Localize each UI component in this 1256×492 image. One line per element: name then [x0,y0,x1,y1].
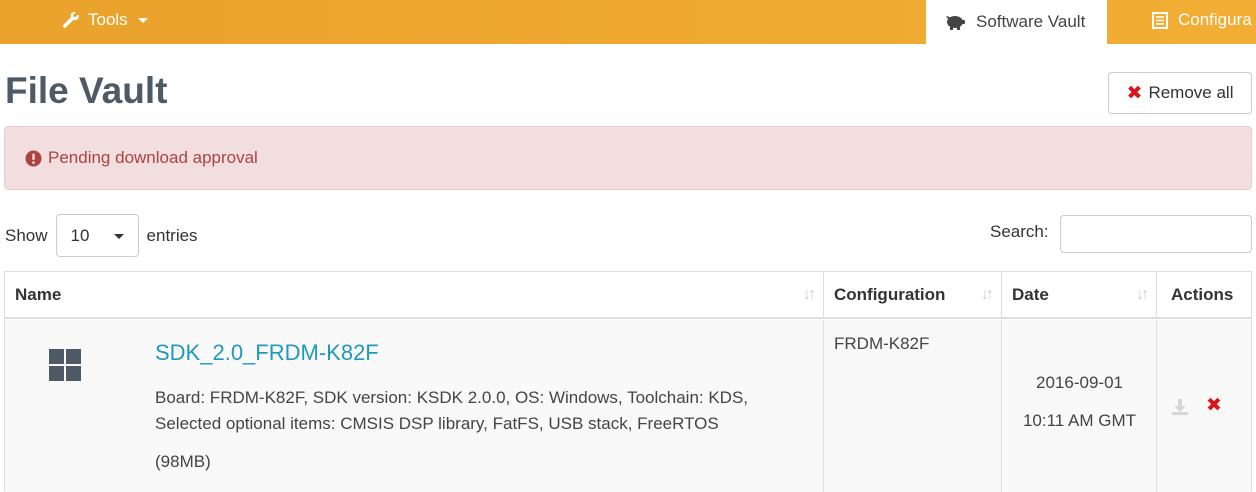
column-header-date[interactable]: Date ↓↑ [1002,272,1157,319]
table-row: SDK_2.0_FRDM-K82F Board: FRDM-K82F, SDK … [5,320,1251,492]
caret-down-icon [137,17,148,23]
configuration-value: FRDM-K82F [834,334,930,353]
date-cell: 2016-09-01 10:11 AM GMT [1002,320,1157,492]
remove-icon: ✖ [1126,82,1143,104]
name-cell: SDK_2.0_FRDM-K82F Board: FRDM-K82F, SDK … [5,320,824,492]
download-icon[interactable] [1171,398,1189,416]
piggy-bank-icon [946,16,965,30]
windows-icon [49,349,81,381]
tab-software-vault[interactable]: Software Vault [926,0,1107,44]
pending-alert: Pending download approval [4,126,1252,190]
chevron-down-icon [113,234,124,239]
search-label: Search: [990,222,1049,241]
tab-software-vault-label: Software Vault [976,12,1086,31]
column-name-label: Name [15,284,62,304]
column-header-actions: Actions [1157,272,1251,319]
exclamation-circle-icon [25,150,42,166]
file-table: Name ↓↑ Configuration ↓↑ Date ↓↑ Actions… [4,271,1252,492]
entries-control: Show 10 entries [5,214,198,257]
sort-icon: ↓↑ [1136,286,1149,303]
tools-menu[interactable]: Tools [62,0,148,40]
date-value: 2016-09-01 [1036,373,1123,392]
time-value: 10:11 AM GMT [1022,411,1137,430]
alert-message: Pending download approval [48,148,258,167]
sort-icon: ↓↑ [981,286,994,303]
column-header-configuration[interactable]: Configuration ↓↑ [824,272,1002,319]
entries-select[interactable]: 10 [55,214,139,257]
sdk-description-line: Board: FRDM-K82F, SDK version: KSDK 2.0.… [155,388,749,407]
tab-configuration[interactable]: Configura [1152,0,1252,40]
wrench-icon [62,11,79,28]
entries-label: entries [146,225,198,245]
entries-select-value: 10 [70,225,90,245]
remove-all-button[interactable]: ✖ Remove all [1108,72,1252,114]
sdk-description: Board: FRDM-K82F, SDK version: KSDK 2.0.… [155,385,815,437]
column-configuration-label: Configuration [834,284,946,304]
column-header-name[interactable]: Name ↓↑ [5,272,824,319]
configuration-cell: FRDM-K82F [824,320,1002,492]
sdk-size: (98MB) [155,452,211,471]
show-label: Show [5,225,48,245]
top-nav: Tools Software Vault Configura [0,0,1256,44]
sdk-description-line: Selected optional items: CMSIS DSP libra… [155,414,719,433]
sdk-link[interactable]: SDK_2.0_FRDM-K82F [155,340,379,366]
sort-icon: ↓↑ [803,286,816,303]
tools-label: Tools [88,10,128,29]
column-date-label: Date [1012,284,1049,304]
page-title: File Vault [5,70,168,111]
search-input[interactable] [1060,215,1252,253]
list-icon [1152,11,1168,29]
actions-cell: ✖ [1157,320,1251,492]
remove-all-label: Remove all [1148,83,1234,102]
tab-configuration-label: Configura [1178,10,1252,29]
column-actions-label: Actions [1171,284,1234,304]
delete-icon[interactable]: ✖ [1206,396,1222,415]
